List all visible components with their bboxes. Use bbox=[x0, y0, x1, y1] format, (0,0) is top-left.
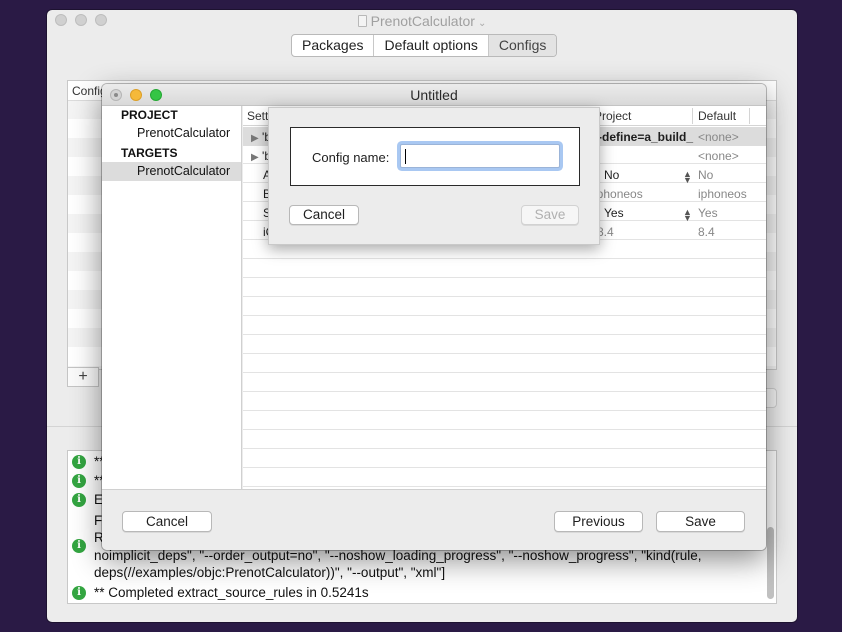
config-name-box: Config name: bbox=[290, 127, 580, 186]
text-caret bbox=[405, 149, 406, 164]
window-title-text: PrenotCalculator bbox=[370, 13, 475, 29]
stepper-icon[interactable]: ▲ ▼ bbox=[683, 208, 692, 223]
previous-button[interactable]: Previous bbox=[554, 511, 643, 532]
info-icon: i bbox=[72, 539, 86, 553]
project-cell[interactable]: iphoneos bbox=[594, 187, 694, 201]
config-sidebar: PROJECT PrenotCalculator TARGETS PrenotC… bbox=[102, 106, 242, 489]
log-line: deps(//examples/objc:PrenotCalculator))"… bbox=[94, 565, 446, 580]
column-divider bbox=[749, 108, 750, 124]
disclosure-triangle-icon[interactable]: ▶ bbox=[251, 133, 259, 144]
default-cell: Yes bbox=[698, 206, 718, 220]
default-cell: iphoneos bbox=[698, 187, 747, 201]
project-cell[interactable]: --define=a_build_ bbox=[594, 130, 693, 144]
config-name-input[interactable] bbox=[400, 144, 560, 168]
sidebar-item-target[interactable]: PrenotCalculator bbox=[102, 162, 241, 181]
log-scrollbar[interactable] bbox=[767, 527, 774, 599]
config-name-label: Config name: bbox=[312, 150, 390, 165]
config-window-title: Untitled bbox=[410, 87, 458, 103]
default-cell: <none> bbox=[698, 149, 739, 163]
tab-packages[interactable]: Packages bbox=[292, 35, 373, 56]
sheet-save-button[interactable]: Save bbox=[521, 205, 579, 225]
default-cell: No bbox=[698, 168, 714, 182]
sheet-cancel-button[interactable]: Cancel bbox=[289, 205, 359, 225]
tab-configs[interactable]: Configs bbox=[487, 35, 557, 56]
config-footer: Cancel Previous Save bbox=[102, 489, 766, 550]
info-icon: i bbox=[72, 474, 86, 488]
info-icon: i bbox=[72, 493, 86, 507]
column-divider bbox=[692, 108, 693, 124]
tab-bar: Packages Default options Configs bbox=[291, 34, 558, 57]
column-default[interactable]: Default bbox=[698, 109, 736, 123]
main-titlebar: PrenotCalculator ⌄ bbox=[47, 10, 797, 32]
config-name-sheet: Config name: Cancel Save bbox=[268, 107, 600, 245]
sidebar-item-project[interactable]: PrenotCalculator bbox=[102, 124, 241, 143]
add-config-button[interactable]: + bbox=[67, 367, 99, 387]
window-title: PrenotCalculator ⌄ bbox=[47, 13, 797, 29]
config-titlebar: Untitled bbox=[102, 84, 766, 106]
log-line: ** Completed extract_source_rules in 0.5… bbox=[94, 585, 369, 600]
disclosure-triangle-icon[interactable]: ▶ bbox=[251, 152, 259, 163]
chevron-down-icon[interactable]: ⌄ bbox=[478, 18, 486, 29]
save-button[interactable]: Save bbox=[656, 511, 745, 532]
stepper-icon[interactable]: ▲ ▼ bbox=[683, 170, 692, 185]
project-cell[interactable]: No bbox=[604, 168, 619, 182]
doc-icon bbox=[357, 15, 367, 27]
info-icon: i bbox=[72, 455, 86, 469]
default-cell: <none> bbox=[698, 130, 739, 144]
sidebar-project-header: PROJECT bbox=[121, 108, 178, 122]
tab-default-options[interactable]: Default options bbox=[373, 35, 487, 56]
project-cell[interactable]: Yes bbox=[604, 206, 624, 220]
cancel-button[interactable]: Cancel bbox=[122, 511, 212, 532]
default-cell: 8.4 bbox=[698, 225, 715, 239]
info-icon: i bbox=[72, 586, 86, 600]
sidebar-targets-header: TARGETS bbox=[121, 146, 178, 160]
